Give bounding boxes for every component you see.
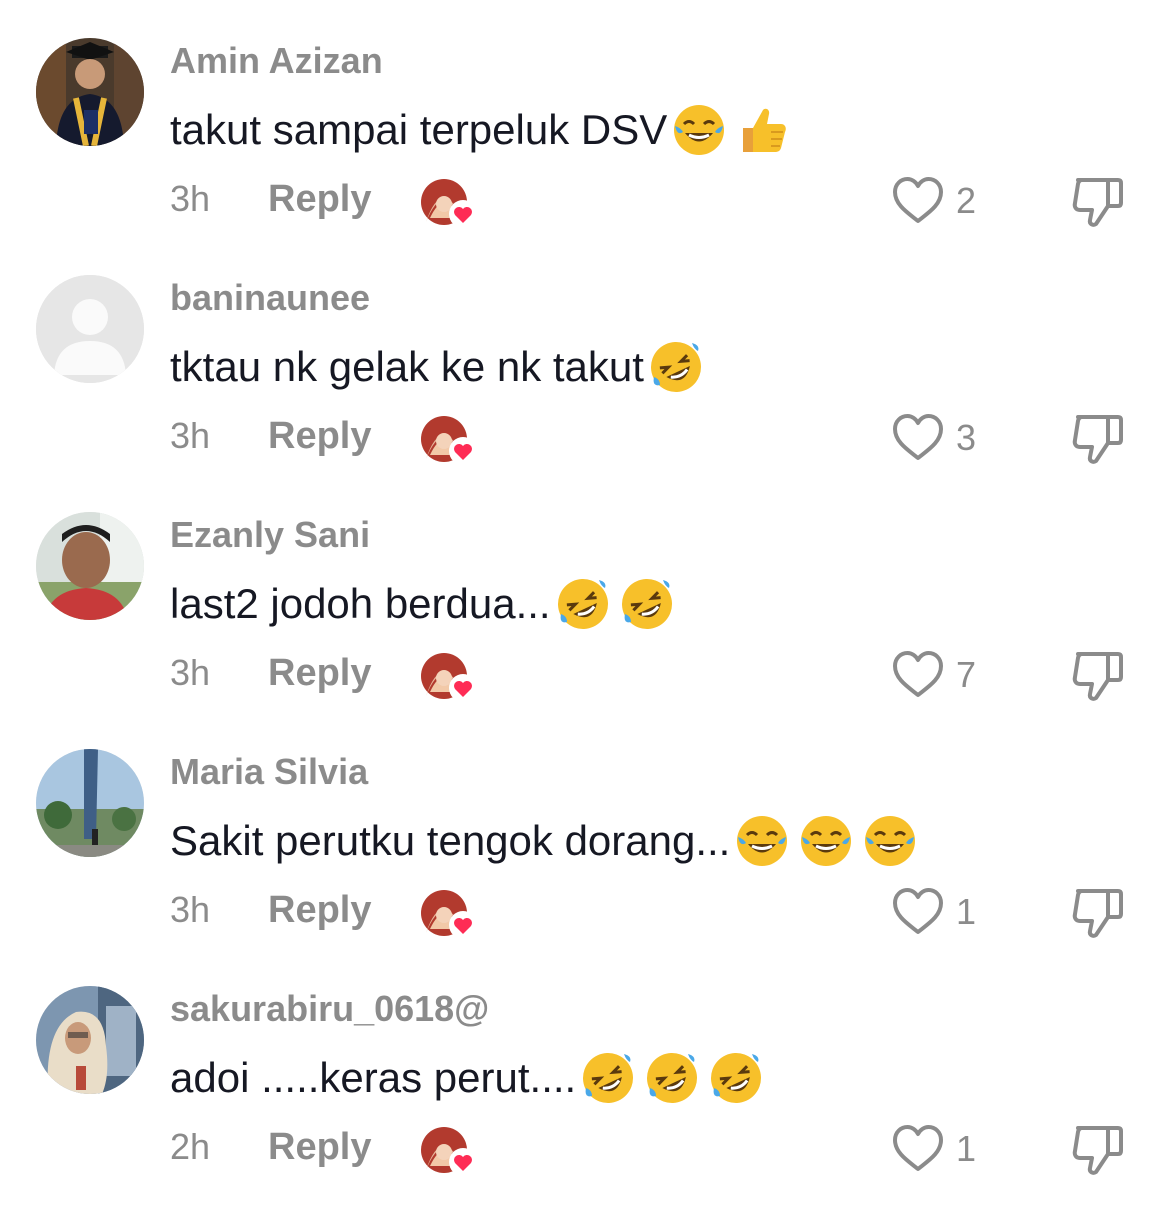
dislike-button[interactable] bbox=[1068, 409, 1128, 469]
comment-text-body: last2 jodoh berdua... bbox=[170, 580, 551, 627]
comment-text-body: Sakit perutku tengok dorang... bbox=[170, 817, 731, 864]
creator-avatar-heart-icon bbox=[421, 179, 477, 228]
emoji-group bbox=[734, 813, 926, 869]
dislike-button[interactable] bbox=[1068, 646, 1128, 706]
comment-time: 3h bbox=[170, 415, 211, 456]
comment-text: adoi .....keras perut.... bbox=[170, 1050, 772, 1106]
rolling-on-floor-laughing-emoji-icon bbox=[555, 576, 611, 632]
face-with-tears-of-joy-emoji-icon bbox=[798, 813, 854, 869]
comment-time: 3h bbox=[170, 889, 211, 930]
comment-item: Amin Azizan takut sampai terpeluk DSV 3h… bbox=[0, 38, 1170, 275]
heart-outline-icon bbox=[893, 414, 943, 460]
avatar-image bbox=[36, 512, 144, 620]
comment-time: 3h bbox=[170, 652, 211, 693]
thumbs-up-emoji-icon bbox=[735, 102, 791, 158]
comment-username[interactable]: sakurabiru_0618@ bbox=[170, 988, 489, 1030]
heart-outline-icon bbox=[893, 1125, 943, 1171]
comment-text-body: adoi .....keras perut.... bbox=[170, 1054, 577, 1101]
thumbs-down-icon bbox=[1072, 178, 1123, 227]
emoji-group bbox=[555, 576, 683, 632]
creator-liked-badge bbox=[420, 415, 480, 469]
comment-item: sakurabiru_0618@ adoi .....keras perut..… bbox=[0, 986, 1170, 1223]
avatar[interactable] bbox=[36, 749, 144, 857]
avatar[interactable] bbox=[36, 275, 144, 383]
comment-text-body: tktau nk gelak ke nk takut bbox=[170, 343, 644, 390]
like-button[interactable] bbox=[890, 1122, 946, 1178]
emoji-group bbox=[671, 102, 799, 158]
creator-avatar-heart-icon bbox=[421, 1127, 477, 1176]
heart-outline-icon bbox=[893, 888, 943, 934]
avatar[interactable] bbox=[36, 986, 144, 1094]
avatar[interactable] bbox=[36, 512, 144, 620]
comment-username[interactable]: Maria Silvia bbox=[170, 751, 368, 793]
rolling-on-floor-laughing-emoji-icon bbox=[708, 1050, 764, 1106]
thumbs-down-icon bbox=[1072, 1126, 1123, 1175]
emoji-group bbox=[648, 339, 712, 395]
like-count: 1 bbox=[956, 1128, 977, 1169]
comment-item: baninaunee tktau nk gelak ke nk takut 3h… bbox=[0, 275, 1170, 512]
like-button[interactable] bbox=[890, 411, 946, 467]
like-count: 1 bbox=[956, 891, 977, 932]
dislike-button[interactable] bbox=[1068, 172, 1128, 232]
comment-text: tktau nk gelak ke nk takut bbox=[170, 339, 712, 395]
creator-liked-badge bbox=[420, 1126, 480, 1180]
heart-outline-icon bbox=[893, 177, 943, 223]
rolling-on-floor-laughing-emoji-icon bbox=[580, 1050, 636, 1106]
thumbs-down-icon bbox=[1072, 415, 1123, 464]
like-count: 7 bbox=[956, 654, 977, 695]
avatar-image bbox=[36, 275, 144, 383]
avatar-image bbox=[36, 38, 144, 146]
comment-time: 2h bbox=[170, 1126, 211, 1167]
reply-button[interactable]: Reply bbox=[268, 415, 371, 458]
rolling-on-floor-laughing-emoji-icon bbox=[648, 339, 704, 395]
creator-liked-badge bbox=[420, 889, 480, 943]
like-button[interactable] bbox=[890, 648, 946, 704]
comment-text: takut sampai terpeluk DSV bbox=[170, 102, 799, 158]
like-button[interactable] bbox=[890, 174, 946, 230]
like-count: 2 bbox=[956, 180, 977, 221]
face-with-tears-of-joy-emoji-icon bbox=[671, 102, 727, 158]
avatar-image bbox=[36, 749, 144, 857]
creator-liked-badge bbox=[420, 178, 480, 232]
comment-item: Maria Silvia Sakit perutku tengok dorang… bbox=[0, 749, 1170, 986]
rolling-on-floor-laughing-emoji-icon bbox=[644, 1050, 700, 1106]
thumbs-down-icon bbox=[1072, 889, 1123, 938]
comment-item: Ezanly Sani last2 jodoh berdua... 3h Rep… bbox=[0, 512, 1170, 749]
creator-avatar-heart-icon bbox=[421, 653, 477, 702]
reply-button[interactable]: Reply bbox=[268, 1126, 371, 1169]
thumbs-down-icon bbox=[1072, 652, 1123, 701]
face-with-tears-of-joy-emoji-icon bbox=[734, 813, 790, 869]
creator-liked-badge bbox=[420, 652, 480, 706]
dislike-button[interactable] bbox=[1068, 883, 1128, 943]
reply-button[interactable]: Reply bbox=[268, 889, 371, 932]
face-with-tears-of-joy-emoji-icon bbox=[862, 813, 918, 869]
dislike-button[interactable] bbox=[1068, 1120, 1128, 1180]
comment-username[interactable]: baninaunee bbox=[170, 277, 370, 319]
comment-time: 3h bbox=[170, 178, 211, 219]
reply-button[interactable]: Reply bbox=[268, 178, 371, 221]
like-button[interactable] bbox=[890, 885, 946, 941]
comment-username[interactable]: Ezanly Sani bbox=[170, 514, 370, 556]
avatar[interactable] bbox=[36, 38, 144, 146]
emoji-group bbox=[580, 1050, 772, 1106]
creator-avatar-heart-icon bbox=[421, 416, 477, 465]
avatar-image bbox=[36, 986, 144, 1094]
heart-outline-icon bbox=[893, 651, 943, 697]
comment-text-body: takut sampai terpeluk DSV bbox=[170, 106, 668, 153]
comment-text: Sakit perutku tengok dorang... bbox=[170, 813, 926, 869]
like-count: 3 bbox=[956, 417, 977, 458]
comment-text: last2 jodoh berdua... bbox=[170, 576, 683, 632]
creator-avatar-heart-icon bbox=[421, 890, 477, 939]
reply-button[interactable]: Reply bbox=[268, 652, 371, 695]
comment-username[interactable]: Amin Azizan bbox=[170, 40, 383, 82]
rolling-on-floor-laughing-emoji-icon bbox=[619, 576, 675, 632]
